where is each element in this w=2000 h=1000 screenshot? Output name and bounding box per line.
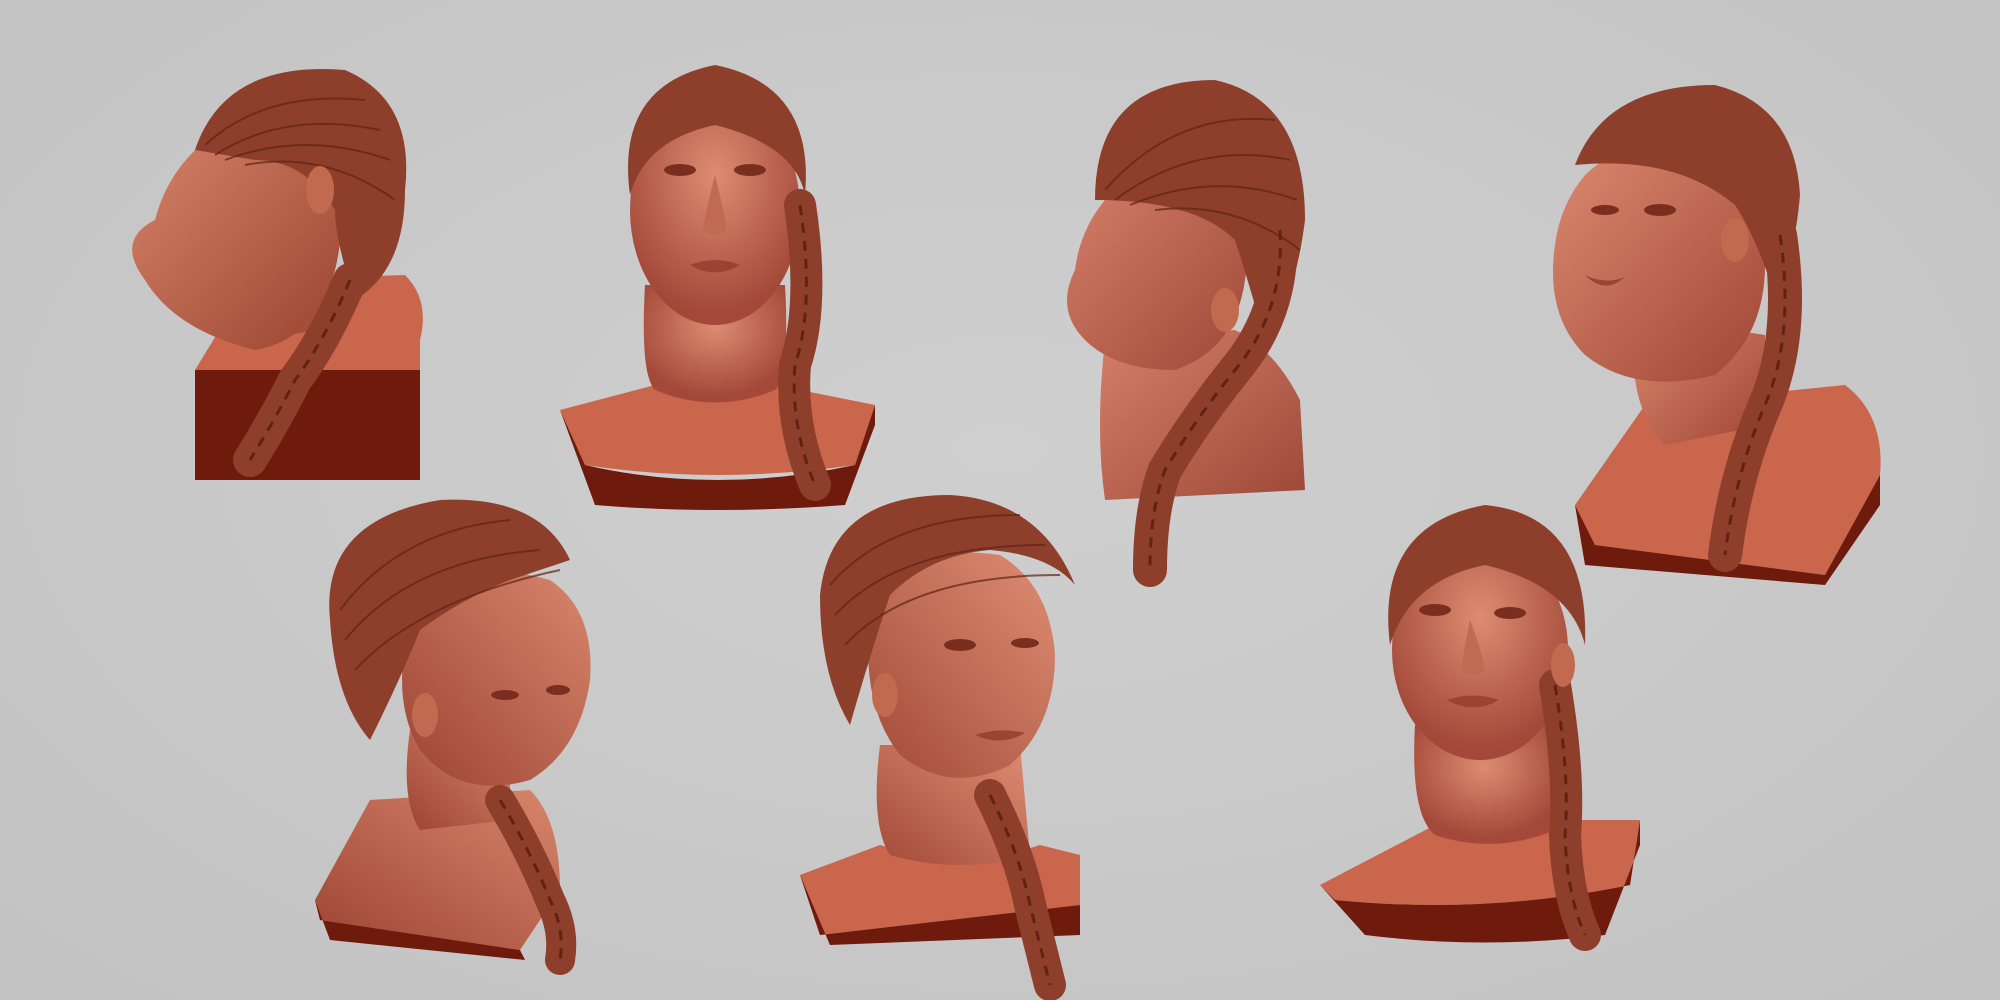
- bust-front-looking-up: [560, 65, 875, 510]
- ear: [1551, 643, 1575, 687]
- left-eye: [1419, 604, 1451, 616]
- ear: [306, 166, 334, 214]
- right-eye: [1494, 607, 1526, 619]
- bust-right-three-quarter: [800, 495, 1080, 1000]
- left-eye: [491, 690, 519, 700]
- left-eye: [944, 639, 976, 651]
- bust-right-three-quarter-down: [315, 499, 591, 975]
- ear: [1211, 288, 1239, 332]
- ear: [872, 673, 898, 717]
- ear: [412, 693, 438, 737]
- left-eye: [1591, 205, 1619, 215]
- render-viewport: [0, 0, 2000, 1000]
- right-eye: [546, 685, 570, 695]
- bust-left-profile: [132, 69, 423, 480]
- right-eye: [734, 164, 766, 176]
- right-eye: [1644, 204, 1676, 216]
- left-eye: [664, 164, 696, 176]
- ear: [1721, 218, 1749, 262]
- right-eye: [1011, 638, 1039, 648]
- bust-front-looking-up-lower: [1320, 505, 1640, 951]
